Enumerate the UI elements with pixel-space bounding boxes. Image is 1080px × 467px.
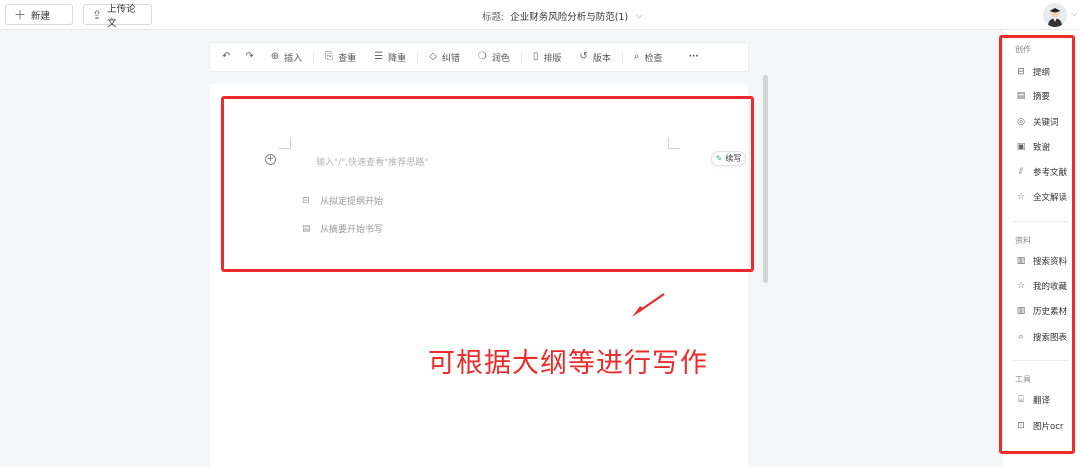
polish-button[interactable]: ❍ 润色 [478,51,510,64]
eraser-icon: ◇ [429,51,437,62]
correct-label: 纠错 [441,53,460,64]
title-label: 标题: [482,12,505,23]
document-title[interactable]: 标题: 企业财务风险分析与防范(1) ⌵ [482,9,642,23]
more-button[interactable]: ··· [688,52,698,62]
plus-icon: ＋ [14,7,27,22]
polish-icon: ❍ [477,51,487,62]
duplicate-check-button[interactable]: ⎘ 查重 [325,51,356,64]
toolbar-divider [417,51,419,63]
undo-button[interactable]: ↶ [222,52,235,62]
new-button-label: 新建 [31,10,51,22]
upload-button-label: 上传论文 [107,3,136,29]
editor-toolbar: ↶ ↷ ⊕ 插入 ⎘ 查重 ☰ 降重 ◇ 纠错 ❍ 润色 ▯ 排版 ↺ 版本 ⌕… [209,42,749,72]
undo-icon: ↶ [222,51,231,62]
new-button[interactable]: ＋ 新建 [5,4,73,25]
toolbar-divider [621,51,623,63]
title-value: 企业财务风险分析与防范(1) [510,12,629,23]
reduce-duplicate-button[interactable]: ☰ 降重 [374,51,406,64]
user-avatar-icon[interactable] [1043,3,1067,27]
upload-paper-button[interactable]: ⇪ 上传论文 [83,4,152,29]
version-label: 版本 [592,53,611,64]
panel-highlight-box [999,35,1075,454]
annotation-text: 可根据大纲等进行写作 [428,348,708,379]
inspect-icon: ⌕ [633,51,640,62]
inspect-button[interactable]: ⌕ 检查 [634,51,663,64]
insert-label: 插入 [284,53,303,64]
reduce-duplicate-label: 降重 [388,53,407,64]
inspect-label: 检查 [644,53,663,64]
toolbar-divider [313,51,315,63]
reduce-duplicate-icon: ☰ [374,51,384,62]
editor-scrollbar[interactable] [763,75,768,283]
layout-label: 排版 [543,53,562,64]
version-button[interactable]: ↺ 版本 [579,51,610,64]
annotation-arrow-icon [632,293,665,317]
toolbar-divider [520,51,522,63]
plus-circle-icon: ⊕ [270,51,280,62]
history-icon: ↺ [579,51,588,62]
redo-icon: ↷ [245,51,254,62]
editor-highlight-box [221,96,754,272]
insert-button[interactable]: ⊕ 插入 [271,51,302,64]
account-chevron-icon[interactable]: ⌵ [1071,9,1077,19]
layout-icon: ▯ [532,51,539,62]
top-bar: ＋ 新建 ⇪ 上传论文 标题: 企业财务风险分析与防范(1) ⌵ ⌵ [0,0,1080,30]
duplicate-check-label: 查重 [338,53,357,64]
layout-button[interactable]: ▯ 排版 [533,51,562,64]
polish-label: 润色 [491,53,510,64]
correct-button[interactable]: ◇ 纠错 [429,51,460,64]
duplicate-check-icon: ⎘ [325,51,334,62]
redo-button[interactable]: ↷ [245,52,258,62]
chevron-down-icon: ⌵ [636,11,643,20]
cloud-upload-icon: ⇪ [92,7,103,22]
